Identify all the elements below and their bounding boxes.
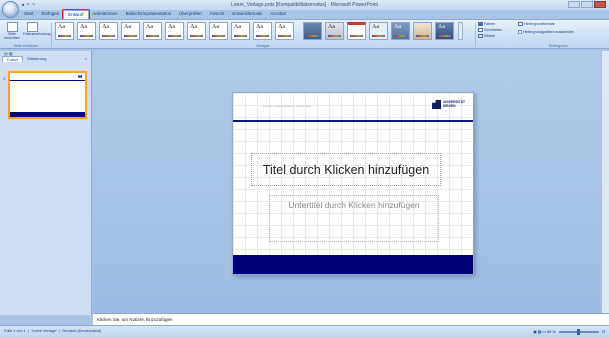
view-show-icon[interactable]: ▭ <box>542 330 546 334</box>
theme-thumb[interactable]: Aa <box>435 22 454 40</box>
notes-pane[interactable]: Klicken Sie, um Notizen hinzuzufügen <box>93 313 609 325</box>
tab-entwurf[interactable]: Entwurf <box>62 9 90 20</box>
footer-band <box>233 255 473 274</box>
background-group-label: Hintergrund <box>548 44 568 48</box>
hide-background-checkbox[interactable]: Hintergrundgrafiken ausblenden <box>518 30 574 35</box>
theme-thumb[interactable]: Aa <box>209 22 228 40</box>
background-styles-button[interactable]: Hintergrundformate <box>518 22 555 27</box>
theme-thumb[interactable]: Aa <box>165 22 184 40</box>
colors-button[interactable]: Farben <box>478 22 495 27</box>
theme-thumb[interactable]: Aa <box>369 22 388 40</box>
tab-entwicklertools[interactable]: Entwicklertools <box>228 10 266 19</box>
ribbon-divider <box>51 23 52 47</box>
ribbon-tabs: Start Einfügen Entwurf Animationen Bilds… <box>20 9 290 20</box>
view-normal-icon[interactable]: ▣ <box>533 330 537 334</box>
theme-thumb[interactable]: Aa <box>231 22 250 40</box>
view-sorter-icon[interactable]: ▦ <box>538 330 542 334</box>
tab-bildschirmpraesentation[interactable]: Bildschirmpräsentation <box>122 10 176 19</box>
tab-gliederung[interactable]: Gliederung <box>23 56 51 62</box>
themes-group: Aa Aa Aa Aa Aa Aa Aa Aa Aa Aa Aa Aa Aa A… <box>53 21 473 48</box>
window-controls <box>568 1 606 8</box>
orientation-icon <box>26 22 38 32</box>
subtitle-placeholder[interactable]: Untertitel durch Klicken hinzufügen <box>269 195 439 242</box>
university-logo-icon <box>432 100 442 109</box>
slide-editing-area: ▬▬ ▬▬▬▬ ▬▬▬ UNIVERSITÄT SIEGEN Titel durc… <box>93 51 609 313</box>
theme-thumb[interactable]: Aa <box>325 22 344 40</box>
theme-thumb[interactable] <box>413 22 432 40</box>
slide-orientation-button[interactable]: Folienausrichtung <box>23 22 51 37</box>
theme-thumb[interactable]: Aa <box>143 22 162 40</box>
tab-start[interactable]: Start <box>20 10 38 19</box>
tab-ansicht[interactable]: Ansicht <box>206 10 229 19</box>
close-button[interactable] <box>594 1 606 8</box>
fonts-button[interactable]: Schriftarten <box>478 28 502 33</box>
tab-einfuegen[interactable]: Einfügen <box>38 10 64 19</box>
office-button[interactable] <box>2 1 19 18</box>
fonts-icon <box>478 28 483 33</box>
status-bar: Folie 1 von 1 | "Leere Vorlage" | Deutsc… <box>0 325 609 338</box>
page-setup-icon <box>6 22 18 32</box>
tab-acrobat[interactable]: Acrobat <box>266 10 290 19</box>
tab-animationen[interactable]: Animationen <box>89 10 122 19</box>
panel-tabs: Folien Gliederung × <box>0 56 91 62</box>
title-placeholder[interactable]: Titel durch Klicken hinzufügen <box>251 153 441 186</box>
header-rule <box>233 120 473 122</box>
themes-group-label: Designs <box>256 44 270 48</box>
themes-more-button[interactable] <box>458 22 463 40</box>
theme-thumb[interactable]: Aa <box>275 22 294 40</box>
background-styles-icon <box>518 22 523 27</box>
page-setup-group: Seite einrichten Folienausrichtung Seite… <box>3 21 51 48</box>
effects-icon <box>478 34 483 39</box>
notes-placeholder: Klicken Sie, um Notizen hinzuzufügen <box>97 317 173 322</box>
theme-thumb[interactable]: Aa <box>55 22 74 40</box>
theme-thumb[interactable]: Aa <box>391 22 410 40</box>
slide-thumbnail[interactable]: ▆▆ <box>8 71 87 119</box>
tab-folien[interactable]: Folien <box>2 56 23 62</box>
theme-thumb[interactable]: Aa <box>121 22 140 40</box>
checkbox-icon <box>518 30 522 35</box>
quick-access-toolbar[interactable]: ■↶↷ <box>22 2 37 7</box>
university-logo: UNIVERSITÄT SIEGEN <box>432 100 465 109</box>
background-group: Farben Schriftarten Effekte Hintergrundf… <box>474 21 602 48</box>
page-setup-button[interactable]: Seite einrichten <box>3 22 21 40</box>
title-bar: Leere_Vorlage.potx [Kompatibilitätsmodus… <box>0 0 609 10</box>
theme-thumb[interactable] <box>303 22 322 40</box>
thumbnail-logo-icon: ▆▆ <box>78 75 82 78</box>
redo-icon[interactable]: ↷ <box>32 2 37 7</box>
theme-thumb[interactable] <box>347 22 366 40</box>
fit-to-window-icon[interactable]: ⊡ <box>602 330 605 334</box>
slide-canvas[interactable]: ▬▬ ▬▬▬▬ ▬▬▬ UNIVERSITÄT SIEGEN Titel durc… <box>232 92 474 275</box>
minimize-button[interactable] <box>568 1 580 8</box>
zoom-level[interactable]: 68 % <box>547 330 556 334</box>
ribbon: Seite einrichten Folienausrichtung Seite… <box>0 19 609 49</box>
language-status[interactable]: Deutsch (Deutschland) <box>63 329 102 333</box>
zoom-slider[interactable] <box>558 329 599 335</box>
theme-name: "Leere Vorlage" <box>30 329 58 333</box>
page-setup-group-label: Seite einrichten <box>13 44 39 48</box>
theme-thumb[interactable]: Aa <box>187 22 206 40</box>
vertical-scrollbar[interactable] <box>601 51 609 313</box>
slide-count: Folie 1 von 1 <box>4 329 26 333</box>
window-title: Leere_Vorlage.potx [Kompatibilitätsmodus… <box>231 2 378 8</box>
effects-button[interactable]: Effekte <box>478 34 495 39</box>
slide-number: 1 <box>3 76 6 81</box>
theme-thumb[interactable]: Aa <box>77 22 96 40</box>
ghost-title-text: ▬▬ ▬▬▬▬ ▬▬▬ <box>263 103 311 109</box>
tab-ueberpruefen[interactable]: Überprüfen <box>175 10 206 19</box>
maximize-button[interactable] <box>581 1 593 8</box>
theme-thumb[interactable]: Aa <box>253 22 272 40</box>
theme-thumb[interactable]: Aa <box>99 22 118 40</box>
colors-icon <box>478 22 483 27</box>
close-panel-icon[interactable]: × <box>85 56 87 62</box>
slides-panel: ▤ ▦ Folien Gliederung × 1 ▆▆ <box>0 51 92 315</box>
